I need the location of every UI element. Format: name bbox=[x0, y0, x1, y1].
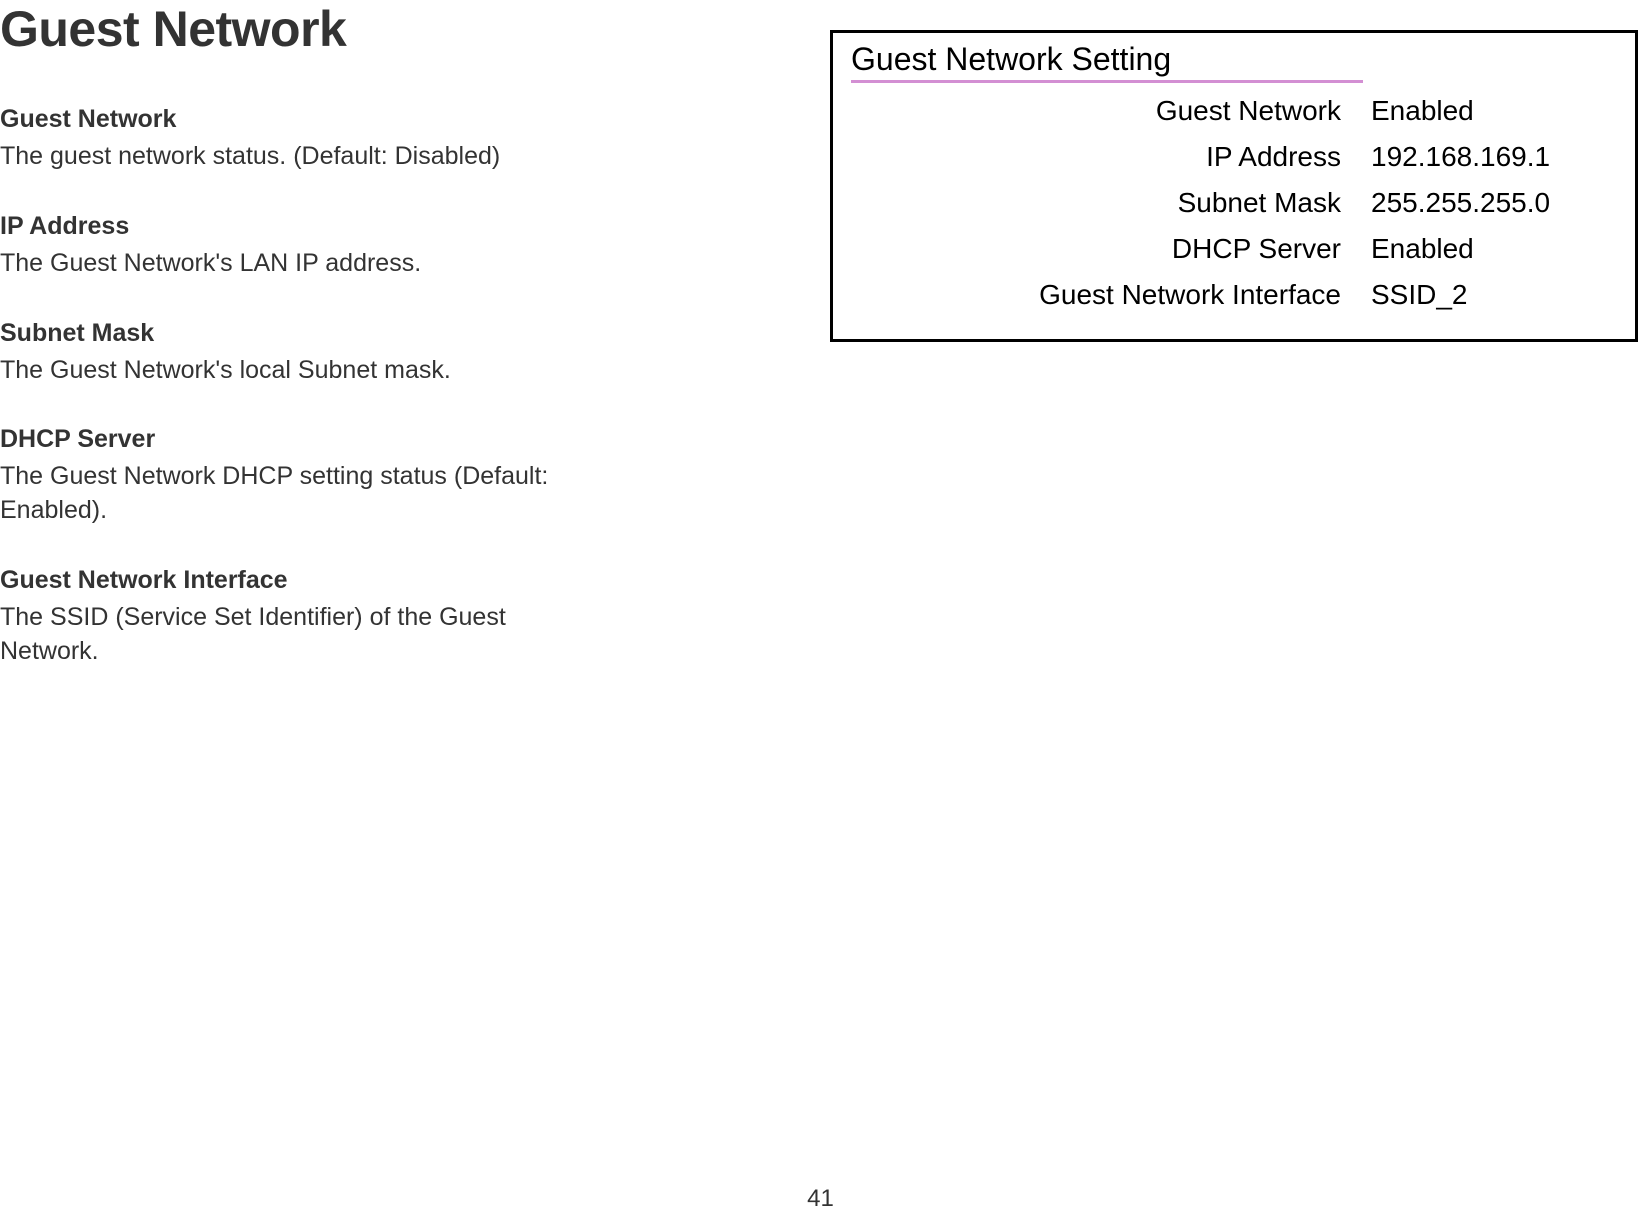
definition-item: Subnet Mask The Guest Network's local Su… bbox=[0, 319, 600, 388]
definition-label: Guest Network bbox=[0, 105, 600, 134]
definition-description: The Guest Network DHCP setting status (D… bbox=[0, 460, 600, 528]
setting-row-ip-address: IP Address 192.168.169.1 bbox=[851, 141, 1617, 173]
definition-label: Subnet Mask bbox=[0, 319, 600, 348]
setting-row-subnet-mask: Subnet Mask 255.255.255.0 bbox=[851, 187, 1617, 219]
definition-item: Guest Network Interface The SSID (Servic… bbox=[0, 566, 600, 669]
definition-item: IP Address The Guest Network's LAN IP ad… bbox=[0, 212, 600, 281]
setting-value: SSID_2 bbox=[1371, 279, 1468, 311]
setting-label: Subnet Mask bbox=[851, 187, 1371, 219]
definition-description: The Guest Network's local Subnet mask. bbox=[0, 354, 600, 388]
setting-row-dhcp-server: DHCP Server Enabled bbox=[851, 233, 1617, 265]
definition-description: The Guest Network's LAN IP address. bbox=[0, 247, 600, 281]
definition-label: Guest Network Interface bbox=[0, 566, 600, 595]
setting-label: DHCP Server bbox=[851, 233, 1371, 265]
setting-row-guest-network-interface: Guest Network Interface SSID_2 bbox=[851, 279, 1617, 311]
setting-row-guest-network: Guest Network Enabled bbox=[851, 95, 1617, 127]
definitions-list: Guest Network The guest network status. … bbox=[0, 105, 600, 706]
setting-label: Guest Network Interface bbox=[851, 279, 1371, 311]
definition-description: The guest network status. (Default: Disa… bbox=[0, 140, 600, 174]
definition-label: DHCP Server bbox=[0, 425, 600, 454]
page-number: 41 bbox=[807, 1185, 834, 1213]
panel-title: Guest Network Setting bbox=[851, 41, 1363, 83]
setting-value: 255.255.255.0 bbox=[1371, 187, 1550, 219]
definition-label: IP Address bbox=[0, 212, 600, 241]
setting-label: IP Address bbox=[851, 141, 1371, 173]
guest-network-setting-panel: Guest Network Setting Guest Network Enab… bbox=[830, 30, 1638, 342]
setting-value: Enabled bbox=[1371, 95, 1474, 127]
definition-item: Guest Network The guest network status. … bbox=[0, 105, 600, 174]
setting-value: 192.168.169.1 bbox=[1371, 141, 1550, 173]
setting-value: Enabled bbox=[1371, 233, 1474, 265]
setting-label: Guest Network bbox=[851, 95, 1371, 127]
definition-item: DHCP Server The Guest Network DHCP setti… bbox=[0, 425, 600, 528]
definition-description: The SSID (Service Set Identifier) of the… bbox=[0, 601, 600, 669]
page-title: Guest Network bbox=[0, 0, 346, 58]
